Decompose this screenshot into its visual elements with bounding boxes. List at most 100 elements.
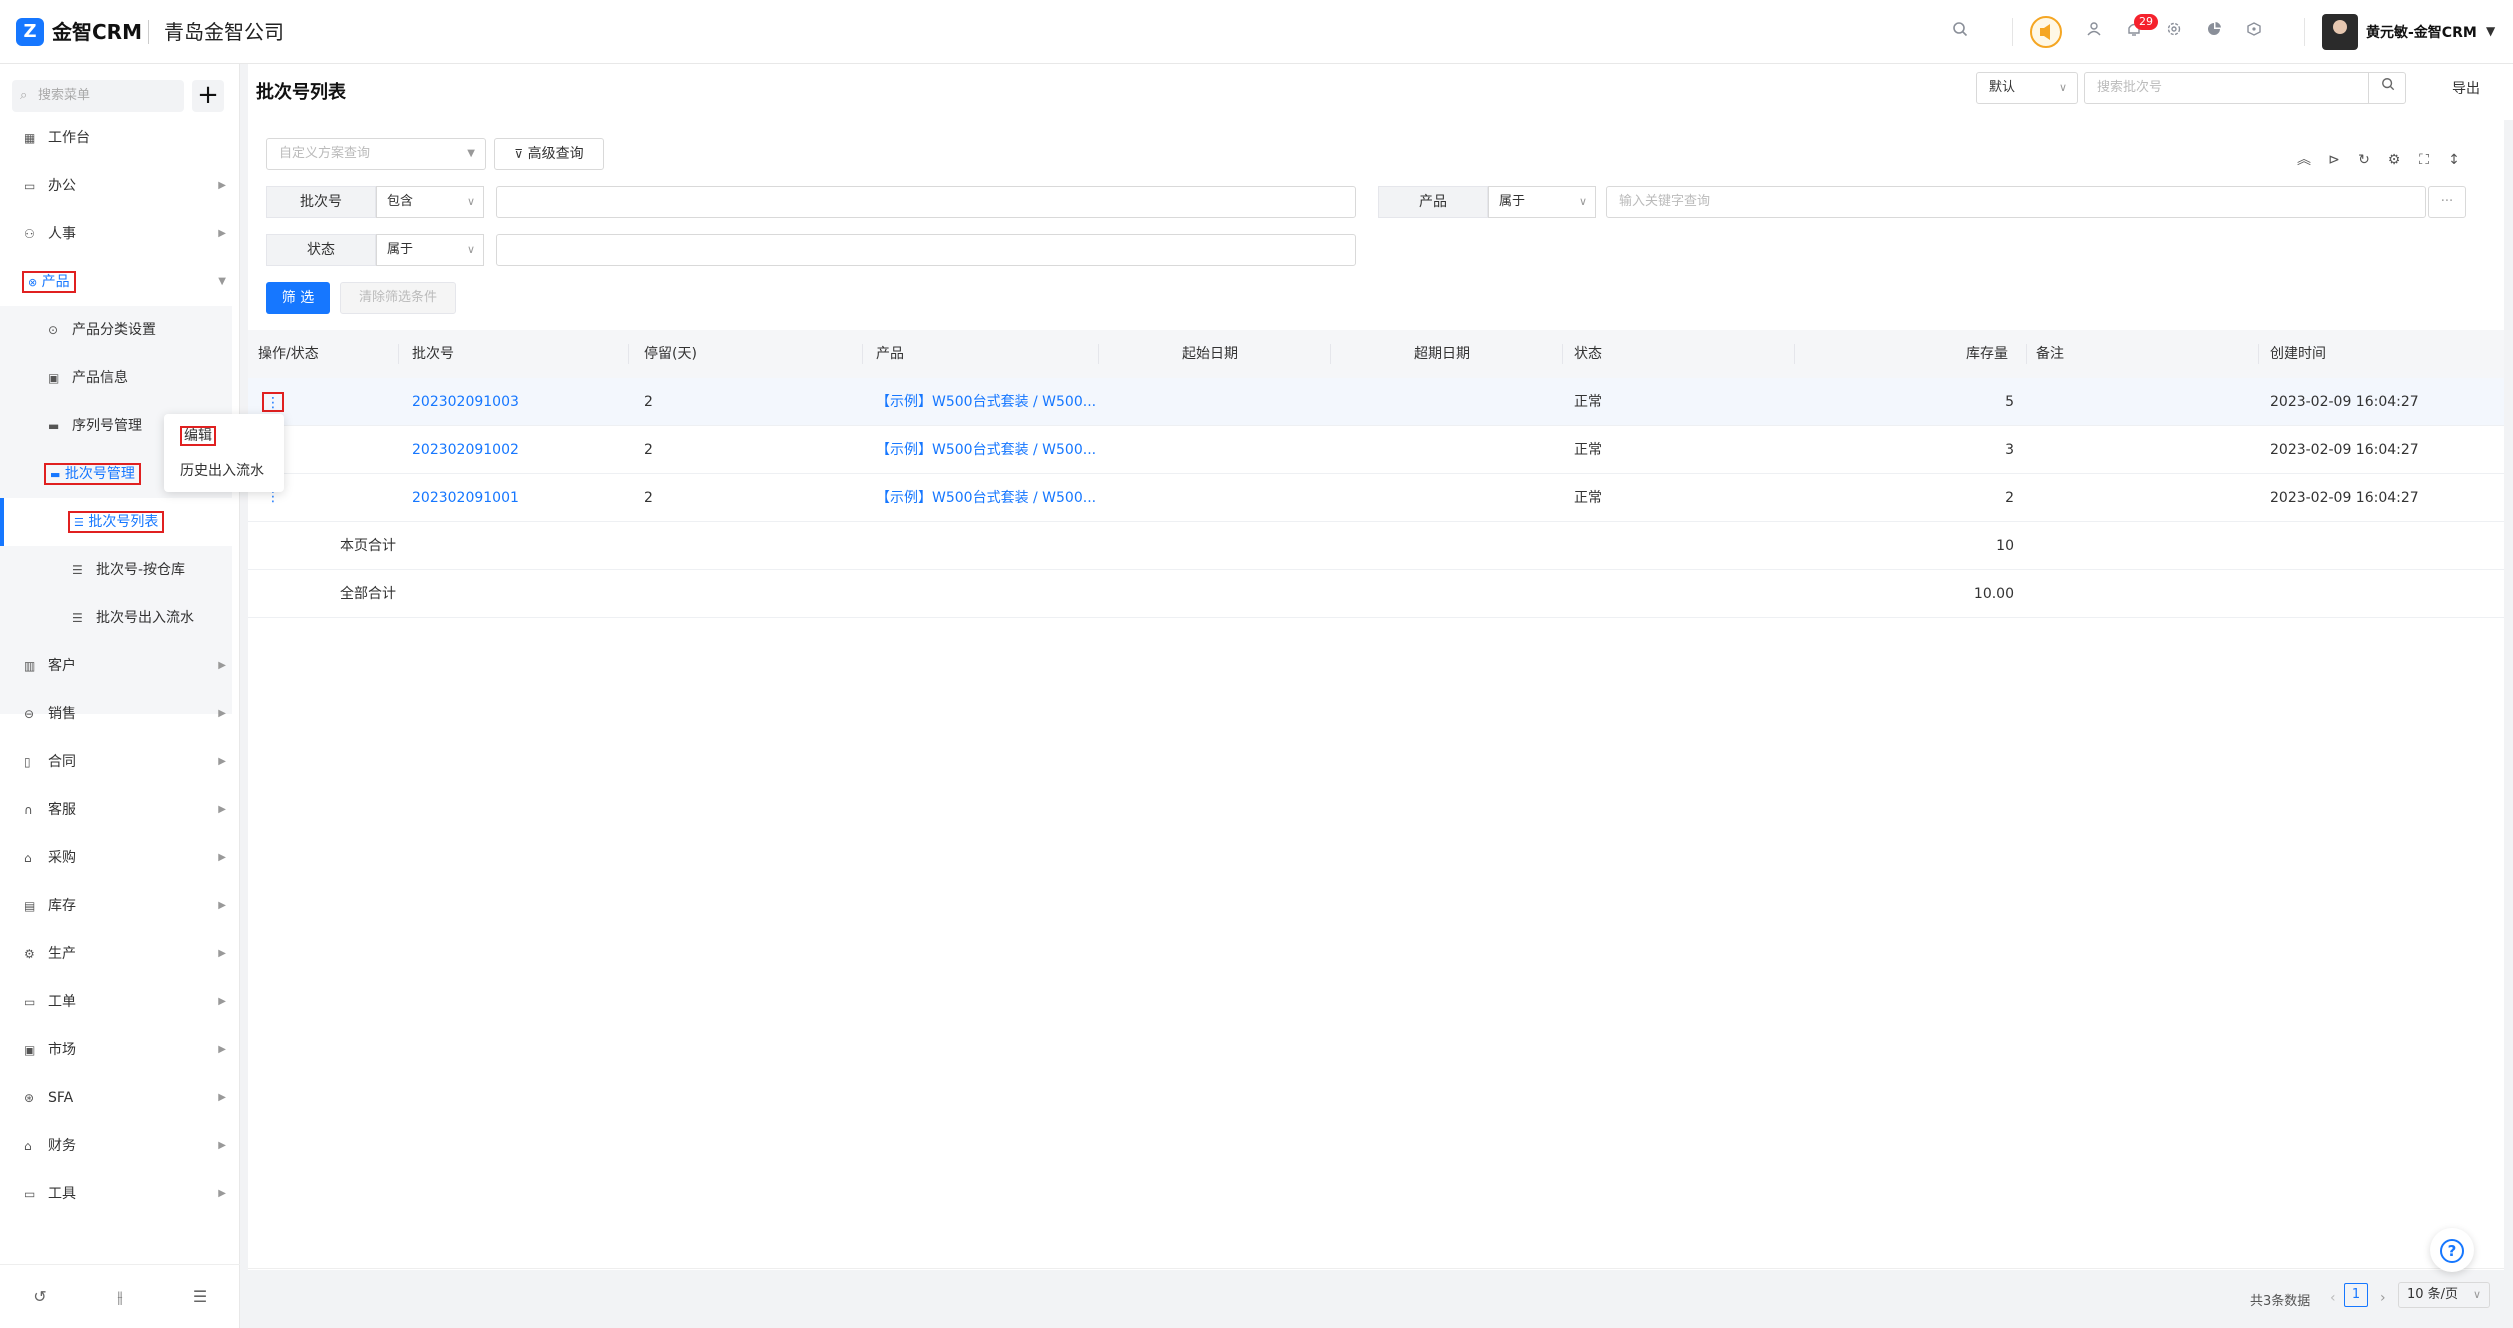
sidebar-item-workbench[interactable]: ▦ 工作台 [0,114,240,162]
sidebar-item-sfa[interactable]: ⊛ SFA ▶ [0,1074,240,1122]
product-link[interactable]: 【示例】W500台式套装 / W500... [876,474,1096,522]
list-icon: ☰ [74,516,84,529]
product-filter-input[interactable]: 输入关键字查询 [1606,186,2426,218]
collapse-up-icon[interactable]: ︽ [2292,148,2316,172]
column-header[interactable]: 库存量 [1966,330,2008,378]
stay-days: 2 [644,442,653,458]
contacts-icon[interactable] [2082,20,2106,44]
contract-icon: ▯ [24,755,31,769]
box-icon[interactable] [2242,20,2266,44]
column-header[interactable]: 超期日期 [1414,330,1470,378]
table-row[interactable]: ⋮ 202302091003 2 【示例】W500台式套装 / W500... … [248,378,2504,426]
search-button[interactable] [2368,72,2406,104]
sidebar-item-contract[interactable]: ▯ 合同 ▶ [0,738,240,786]
page-total-value: 10 [1996,538,2014,554]
table-row[interactable]: ⋮ 202302091001 2 【示例】W500台式套装 / W500... … [248,474,2504,522]
sidebar-item-product-info[interactable]: ▣ 产品信息 [0,354,232,402]
batch-operator-select[interactable]: 包含 ∨ [376,186,484,218]
all-total-label: 全部合计 [340,586,396,602]
stock-qty: 3 [2005,442,2014,458]
column-header[interactable]: 起始日期 [1182,330,1238,378]
sidebar-item-office[interactable]: ▭ 办公 ▶ [0,162,240,210]
scheme-select[interactable]: 自定义方案查询 ▼ [266,138,486,170]
column-height-icon[interactable]: ↕ [2442,148,2466,172]
product-operator-select[interactable]: 属于 ∨ [1488,186,1596,218]
batch-search-input[interactable]: 搜索批次号 [2084,72,2406,104]
add-menu-button[interactable]: + [192,80,224,112]
sidebar-item-finance[interactable]: ⌂ 财务 ▶ [0,1122,240,1170]
caret-right-icon: ▶ [218,228,226,239]
column-header[interactable]: 状态 [1574,330,1602,378]
export-button[interactable]: 导出 [2452,78,2480,98]
collapse-menu-icon[interactable]: ☰ [188,1285,212,1309]
table-row[interactable]: 202302091002 2 【示例】W500台式套装 / W500... 正常… [248,426,2504,474]
column-header[interactable]: 产品 [876,330,904,378]
batch-number-link[interactable]: 202302091003 [412,378,519,426]
page-number[interactable]: 1 [2344,1283,2368,1307]
column-header[interactable]: 批次号 [412,330,454,378]
sidebar-item-service[interactable]: ∩ 客服 ▶ [0,786,240,834]
next-page-icon[interactable]: › [2380,1290,2386,1306]
row-action-menu: 编辑 历史出入流水 [164,414,284,492]
status-filter-label: 状态 [266,234,376,266]
sidebar-item-batch-flow[interactable]: ☰ 批次号出入流水 [0,594,232,642]
view-select[interactable]: 默认 ∨ [1976,72,2078,104]
row-more-icon[interactable]: ⋮ [262,392,284,412]
search-icon[interactable] [1948,20,1972,44]
menu-search-input[interactable]: ⌕ 搜索菜单 [12,80,184,112]
play-icon[interactable]: ⊳ [2322,148,2346,172]
settings-icon[interactable]: ⚙ [2382,148,2406,172]
page-total-row: 本页合计 10 [248,522,2504,570]
created-time: 2023-02-09 16:04:27 [2270,490,2419,506]
customer-icon: ▥ [24,659,36,673]
sidebar-item-batch-by-warehouse[interactable]: ☰ 批次号-按仓库 [0,546,232,594]
sidebar-item-workorder[interactable]: ▭ 工单 ▶ [0,978,240,1026]
product-more-button[interactable]: ··· [2428,186,2466,218]
clear-filter-button[interactable]: 清除筛选条件 [340,282,456,314]
chevron-down-icon: ∨ [2472,1288,2481,1301]
batch-number-link[interactable]: 202302091001 [412,474,519,522]
sidebar-item-production[interactable]: ⚙ 生产 ▶ [0,930,240,978]
sidebar-item-product[interactable]: ⊗ 产品 ▼ [0,258,240,306]
filter-settings-icon[interactable]: ⫲ [108,1285,132,1309]
column-header[interactable]: 创建时间 [2270,330,2326,378]
sidebar-item-sales[interactable]: ⊖ 销售 ▶ [0,690,240,738]
sidebar-item-label: 销售 [48,706,76,722]
batch-number-link[interactable]: 202302091002 [412,426,519,474]
page-size-select[interactable]: 10 条/页 ∨ [2398,1282,2490,1308]
history-icon[interactable]: ↺ [28,1285,52,1309]
status-filter-input[interactable] [496,234,1356,266]
column-header[interactable]: 停留(天) [644,330,697,378]
caret-right-icon: ▶ [218,1044,226,1055]
product-link[interactable]: 【示例】W500台式套装 / W500... [876,426,1096,474]
edit-menu-item[interactable]: 编辑 [180,426,216,446]
sidebar-item-customer[interactable]: ▥ 客户 ▶ [0,642,240,690]
sidebar-item-product-category[interactable]: ⊙ 产品分类设置 [0,306,232,354]
voice-icon[interactable] [2030,16,2062,48]
column-separator [2258,344,2259,364]
sidebar-item-tools[interactable]: ▭ 工具 ▶ [0,1170,240,1218]
product-link[interactable]: 【示例】W500台式套装 / W500... [876,378,1096,426]
history-flow-menu-item[interactable]: 历史出入流水 [180,460,264,480]
batch-filter-input[interactable] [496,186,1356,218]
sidebar-item-inventory[interactable]: ▤ 库存 ▶ [0,882,240,930]
column-header[interactable]: 备注 [2036,330,2064,378]
status-text: 正常 [1574,490,1602,506]
prev-page-icon[interactable]: ‹ [2330,1290,2336,1306]
help-button[interactable]: ? [2430,1228,2474,1272]
chevron-down-icon[interactable]: ▼ [2486,24,2495,38]
sidebar-item-market[interactable]: ▣ 市场 ▶ [0,1026,240,1074]
sidebar-item-hr[interactable]: ⚇ 人事 ▶ [0,210,240,258]
filter-button[interactable]: 筛 选 [266,282,330,314]
status-operator-select[interactable]: 属于 ∨ [376,234,484,266]
user-name[interactable]: 黄元敏-金智CRM [2366,22,2477,42]
advanced-query-button[interactable]: ⊽ 高级查询 [494,138,604,170]
gear-icon[interactable] [2162,20,2186,44]
sidebar-item-batch-list[interactable]: ☰ 批次号列表 [0,498,232,546]
sidebar-item-purchase[interactable]: ⌂ 采购 ▶ [0,834,240,882]
refresh-icon[interactable]: ↻ [2352,148,2376,172]
fullscreen-icon[interactable]: ⛶ [2412,148,2436,172]
chart-icon[interactable] [2202,20,2226,44]
avatar[interactable] [2322,14,2358,50]
status-operator-value: 属于 [387,242,414,257]
